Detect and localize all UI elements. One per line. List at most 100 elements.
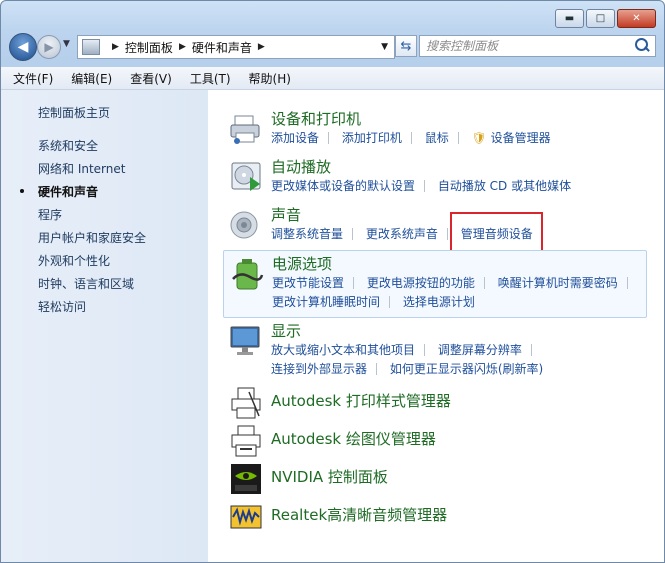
power-links-row2: 更改计算机睡眠时间 选择电源计划 <box>272 293 475 310</box>
power-links-row1: 更改节能设置 更改电源按钮的功能 唤醒计算机时需要密码 <box>272 274 637 291</box>
change-power-button-link[interactable]: 更改电源按钮的功能 <box>367 274 475 291</box>
menu-tools[interactable]: 工具(T) <box>184 70 237 87</box>
sound-title[interactable]: 声音 <box>271 204 301 225</box>
breadcrumb-arrow-icon[interactable]: ▶ <box>112 42 119 52</box>
address-bar[interactable]: ▶ 控制面板 ▶ 硬件和声音 ▶ ▼ <box>77 35 395 59</box>
item-nvidia[interactable]: NVIDIA 控制面板 <box>223 458 650 494</box>
mouse-link[interactable]: 鼠标 <box>425 129 449 146</box>
autoplay-cd-link[interactable]: 自动播放 CD 或其他媒体 <box>438 177 571 194</box>
change-power-saving-link[interactable]: 更改节能设置 <box>272 274 344 291</box>
autoplay-links: 更改媒体或设备的默认设置 自动播放 CD 或其他媒体 <box>271 177 571 194</box>
forward-button[interactable]: ▶ <box>37 35 61 59</box>
category-autoplay: 自动播放 更改媒体或设备的默认设置 自动播放 CD 或其他媒体 <box>223 156 650 198</box>
devices-printers-links: 添加设备 添加打印机 鼠标 🛡 设备管理器 <box>271 129 551 146</box>
power-options-title[interactable]: 电源选项 <box>272 253 332 274</box>
category-display: 显示 放大或缩小文本和其他项目 调整屏幕分辨率 连接到外部显示器 如何更正显示器… <box>223 320 650 380</box>
display-title[interactable]: 显示 <box>271 320 301 341</box>
monitor-icon <box>230 326 260 355</box>
main-content: 控制面板主页 系统和安全 网络和 Internet 硬件和声音 程序 用户帐户和… <box>1 90 664 562</box>
menu-edit[interactable]: 编辑(E) <box>65 70 118 87</box>
speaker-icon <box>230 211 258 239</box>
link-divider <box>352 228 354 240</box>
navigation-bar: ◀ ▶ ▼ ▶ 控制面板 ▶ 硬件和声音 ▶ ▼ ⇆ <box>9 33 656 61</box>
back-button[interactable]: ◀ <box>9 33 37 61</box>
sidebar-item-programs[interactable]: 程序 <box>38 206 62 223</box>
add-device-link[interactable]: 添加设备 <box>271 129 319 146</box>
autodesk-plot-style-title[interactable]: Autodesk 打印样式管理器 <box>271 390 451 411</box>
link-divider <box>483 277 485 289</box>
link-divider <box>353 277 355 289</box>
link-divider <box>424 344 426 356</box>
device-manager-link[interactable]: 设备管理器 <box>491 129 551 146</box>
choose-power-plan-link[interactable]: 选择电源计划 <box>403 293 475 310</box>
sidebar-item-clock-language[interactable]: 时钟、语言和区域 <box>38 275 134 292</box>
text-size-link[interactable]: 放大或缩小文本和其他项目 <box>271 341 415 358</box>
maximize-button[interactable]: □ <box>586 9 615 28</box>
caption-buttons: ▬ □ ✕ <box>555 9 656 28</box>
screen-resolution-link[interactable]: 调整屏幕分辨率 <box>438 341 522 358</box>
search-input[interactable] <box>420 38 633 54</box>
refresh-button[interactable]: ⇆ <box>395 35 417 57</box>
realtek-audio-icon <box>230 505 262 529</box>
refresh-icon: ⇆ <box>400 38 412 54</box>
sidebar-item-network[interactable]: 网络和 Internet <box>38 160 125 177</box>
recent-pages-chevron-down-icon[interactable]: ▼ <box>63 39 70 49</box>
add-printer-link[interactable]: 添加打印机 <box>342 129 402 146</box>
devices-printers-title[interactable]: 设备和打印机 <box>271 108 361 129</box>
display-links-row2: 连接到外部显示器 如何更正显示器闪烁(刷新率) <box>271 360 543 377</box>
address-dropdown-chevron-down-icon[interactable]: ▼ <box>381 42 388 52</box>
sidebar-item-home[interactable]: 控制面板主页 <box>38 104 110 121</box>
sidebar: 控制面板主页 系统和安全 网络和 Internet 硬件和声音 程序 用户帐户和… <box>1 90 208 562</box>
power-icon <box>232 259 264 290</box>
change-sleep-time-link[interactable]: 更改计算机睡眠时间 <box>272 293 380 310</box>
category-sound: 声音 调整系统音量 更改系统声音 管理音频设备 <box>223 204 650 246</box>
breadcrumb-arrow-icon[interactable]: ▶ <box>179 42 186 52</box>
breadcrumb: ▶ 控制面板 ▶ 硬件和声音 ▶ <box>106 39 271 56</box>
link-divider <box>328 132 330 144</box>
search-icon[interactable] <box>633 37 651 55</box>
link-divider <box>376 363 378 375</box>
change-system-sounds-link[interactable]: 更改系统声音 <box>366 225 438 242</box>
search-box[interactable] <box>419 35 656 57</box>
sidebar-item-system-security[interactable]: 系统和安全 <box>38 137 98 154</box>
link-divider <box>626 277 628 289</box>
link-divider <box>424 180 426 192</box>
display-links-row1: 放大或缩小文本和其他项目 调整屏幕分辨率 <box>271 341 541 358</box>
link-divider <box>530 344 532 356</box>
menu-help[interactable]: 帮助(H) <box>243 70 297 87</box>
item-autodesk-plot-style[interactable]: Autodesk 打印样式管理器 <box>223 382 650 419</box>
nvidia-icon <box>231 464 261 494</box>
sidebar-item-ease-of-access[interactable]: 轻松访问 <box>38 298 86 315</box>
minimize-button[interactable]: ▬ <box>555 9 584 28</box>
refresh-rate-link[interactable]: 如何更正显示器闪烁(刷新率) <box>390 360 543 377</box>
category-devices-printers: 设备和打印机 添加设备 添加打印机 鼠标 🛡 设备管理器 <box>223 108 650 150</box>
nvidia-title[interactable]: NVIDIA 控制面板 <box>271 466 388 487</box>
control-panel-icon <box>82 39 100 55</box>
breadcrumb-hardware-sound[interactable]: 硬件和声音 <box>192 39 252 56</box>
menu-view[interactable]: 查看(V) <box>124 70 178 87</box>
sidebar-item-appearance[interactable]: 外观和个性化 <box>38 252 110 269</box>
sidebar-item-hardware-sound: 硬件和声音 <box>38 185 99 199</box>
breadcrumb-arrow-icon[interactable]: ▶ <box>258 42 265 52</box>
item-realtek[interactable]: Realtek高清晰音频管理器 <box>223 496 650 532</box>
link-divider <box>389 296 391 308</box>
realtek-title[interactable]: Realtek高清晰音频管理器 <box>271 504 447 525</box>
change-default-media-link[interactable]: 更改媒体或设备的默认设置 <box>271 177 415 194</box>
item-autodesk-plotter[interactable]: Autodesk 绘图仪管理器 <box>223 420 650 457</box>
sidebar-item-user-accounts[interactable]: 用户帐户和家庭安全 <box>38 229 146 246</box>
menu-bar: 文件(F) 编辑(E) 查看(V) 工具(T) 帮助(H) <box>1 67 664 90</box>
active-bullet-icon <box>20 189 24 193</box>
link-divider <box>457 132 459 144</box>
link-divider <box>446 228 448 240</box>
highlight-box <box>450 212 543 253</box>
adjust-volume-link[interactable]: 调整系统音量 <box>271 225 343 242</box>
autoplay-title[interactable]: 自动播放 <box>271 156 331 177</box>
menu-file[interactable]: 文件(F) <box>7 70 59 87</box>
autodesk-plotter-title[interactable]: Autodesk 绘图仪管理器 <box>271 428 436 449</box>
external-display-link[interactable]: 连接到外部显示器 <box>271 360 367 377</box>
close-button[interactable]: ✕ <box>617 9 656 28</box>
wake-password-link[interactable]: 唤醒计算机时需要密码 <box>498 274 618 291</box>
breadcrumb-control-panel[interactable]: 控制面板 <box>125 39 173 56</box>
link-divider <box>410 132 412 144</box>
autodesk-plot-style-icon <box>231 387 261 419</box>
